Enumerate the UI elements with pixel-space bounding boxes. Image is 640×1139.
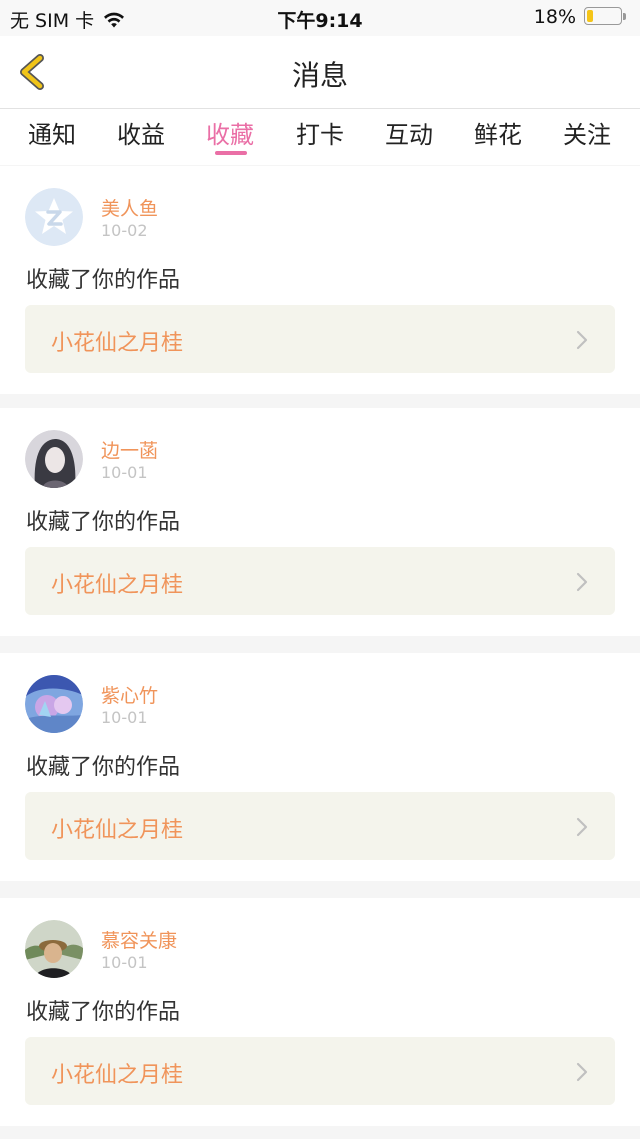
tab-favorites[interactable]: 收藏: [185, 115, 275, 155]
message-card: 边一菡 10-01 收藏了你的作品 小花仙之月桂: [0, 408, 640, 636]
tab-follows[interactable]: 关注: [542, 115, 632, 150]
battery-percent: 18%: [533, 6, 576, 28]
work-link[interactable]: 小花仙之月桂: [25, 547, 615, 615]
tab-favorites-label: 收藏: [206, 121, 254, 149]
work-title: 小花仙之月桂: [51, 1063, 184, 1088]
action-text: 收藏了你的作品: [26, 268, 181, 293]
work-link[interactable]: 小花仙之月桂: [25, 792, 615, 860]
chevron-right-icon: [576, 572, 588, 592]
user-photo-avatar: [25, 675, 83, 733]
default-star-avatar-icon: [25, 188, 83, 246]
status-right: 18%: [534, 6, 628, 28]
user-name[interactable]: 紫心竹: [101, 681, 158, 708]
work-title: 小花仙之月桂: [51, 331, 184, 356]
page-title: 消息: [291, 59, 348, 92]
message-card: 慕容关康 10-01 收藏了你的作品 小花仙之月桂: [0, 898, 640, 1126]
tab-flowers[interactable]: 鲜花: [453, 115, 543, 150]
avatar[interactable]: [25, 675, 83, 733]
user-name[interactable]: 慕容关康: [101, 926, 177, 953]
tab-notifications[interactable]: 通知: [7, 115, 97, 150]
user-photo-avatar: [25, 920, 83, 978]
action-text: 收藏了你的作品: [26, 510, 181, 535]
message-date: 10-01: [101, 463, 148, 482]
chevron-right-icon: [576, 817, 588, 837]
message-date: 10-01: [101, 708, 148, 727]
tab-earnings[interactable]: 收益: [96, 115, 186, 150]
message-card: 美人鱼 10-02 收藏了你的作品 小花仙之月桂: [0, 166, 640, 394]
work-title: 小花仙之月桂: [51, 573, 184, 598]
work-link[interactable]: 小花仙之月桂: [25, 305, 615, 373]
avatar[interactable]: [25, 920, 83, 978]
user-name[interactable]: 美人鱼: [101, 194, 158, 221]
work-link[interactable]: 小花仙之月桂: [25, 1037, 615, 1105]
avatar[interactable]: [25, 430, 83, 488]
action-text: 收藏了你的作品: [26, 1000, 181, 1025]
tab-bar: 通知 收益 收藏 打卡 互动 鲜花 关注: [0, 109, 640, 165]
message-date: 10-01: [101, 953, 148, 972]
status-bar: 无 SIM 卡 下午9:14 18%: [0, 0, 640, 36]
user-name[interactable]: 边一菡: [101, 436, 158, 463]
tab-checkin[interactable]: 打卡: [275, 115, 365, 150]
message-date: 10-02: [101, 221, 148, 240]
nav-bar: 消息: [0, 36, 640, 109]
action-text: 收藏了你的作品: [26, 755, 181, 780]
battery-icon: [584, 7, 628, 27]
chevron-right-icon: [576, 330, 588, 350]
work-title: 小花仙之月桂: [51, 818, 184, 843]
user-photo-avatar: [25, 430, 83, 488]
chevron-right-icon: [576, 1062, 588, 1082]
avatar[interactable]: [25, 188, 83, 246]
message-card: 紫心竹 10-01 收藏了你的作品 小花仙之月桂: [0, 653, 640, 881]
active-tab-indicator: [215, 151, 247, 155]
tab-interactions[interactable]: 互动: [364, 115, 454, 150]
